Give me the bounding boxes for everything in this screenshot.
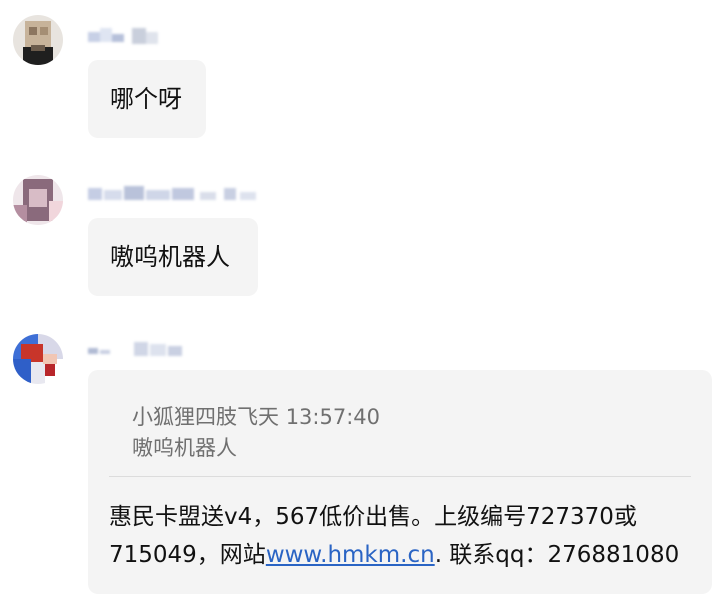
- reply-line-1: 惠民卡盟送v4，567低价出售。上级编号727370或: [109, 504, 637, 530]
- quote-divider: [109, 476, 691, 477]
- sender-name-redacted: [88, 340, 188, 360]
- quoted-time: 13:57:40: [285, 405, 381, 429]
- message-text: 嗷呜机器人: [110, 243, 230, 271]
- sender-name-redacted: [88, 26, 168, 46]
- sender-name-redacted: [88, 184, 258, 204]
- sender-avatar[interactable]: [13, 334, 63, 384]
- reply-line-2-before: 715049，网站: [109, 542, 266, 568]
- message-text: 哪个呀: [110, 85, 182, 113]
- sender-avatar[interactable]: [13, 175, 63, 225]
- message-bubble[interactable]: 哪个呀: [88, 60, 206, 138]
- quoted-text: 嗷呜机器人: [132, 436, 237, 460]
- quote-reply-bubble[interactable]: 小狐狸四肢飞天 13:57:40 嗷呜机器人 惠民卡盟送v4，567低价出售。上…: [88, 370, 712, 594]
- quoted-sender: 小狐狸四肢飞天: [132, 405, 279, 429]
- sender-avatar[interactable]: [13, 15, 63, 65]
- chat-panel: 哪个呀 嗷呜机器人 小狐狸四肢飞天 13:57:40 嗷呜机器人 惠民卡盟送v4…: [0, 0, 726, 596]
- reply-line-2-after: . 联系qq：276881080: [434, 542, 680, 568]
- reply-line-2: 715049，网站www.hmkm.cn. 联系qq：276881080: [109, 536, 679, 574]
- message-bubble[interactable]: 嗷呜机器人: [88, 218, 258, 296]
- website-link[interactable]: www.hmkm.cn: [266, 542, 435, 568]
- reply-text: 惠民卡盟送v4，567低价出售。上级编号727370或 715049，网站www…: [109, 498, 679, 574]
- quoted-message[interactable]: 小狐狸四肢飞天 13:57:40 嗷呜机器人: [132, 402, 380, 464]
